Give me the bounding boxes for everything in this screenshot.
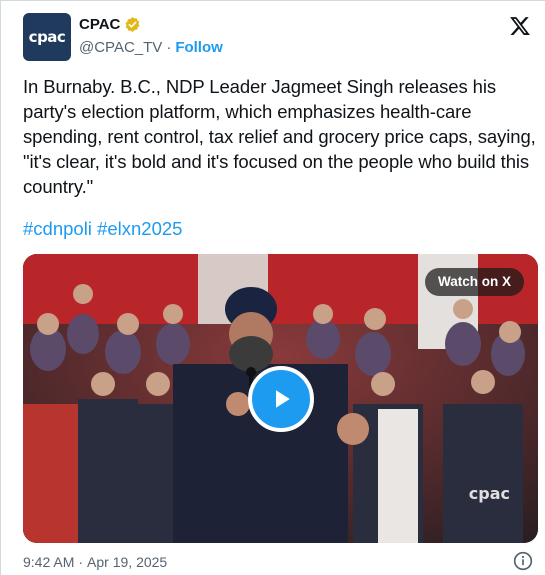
hashtag-link[interactable]: #cdnpoli <box>23 218 92 239</box>
timestamp-row[interactable]: 9:42 AM · Apr 19, 2025 <box>23 554 167 570</box>
x-logo-icon[interactable] <box>509 15 531 37</box>
info-icon[interactable] <box>513 551 533 571</box>
video-player[interactable]: Watch on X cpac <box>23 254 538 543</box>
hashtag-link[interactable]: #elxn2025 <box>97 218 182 239</box>
handle-separator: · <box>166 39 172 56</box>
name-row: CPAC <box>79 16 141 33</box>
watch-on-x-button[interactable]: Watch on X <box>425 268 524 296</box>
hashtags: #cdnpoli #elxn2025 <box>23 218 182 240</box>
display-name[interactable]: CPAC <box>79 16 120 33</box>
play-button[interactable] <box>248 366 314 432</box>
avatar[interactable]: cpac <box>23 13 71 61</box>
timestamp-time: 9:42 AM <box>23 554 75 570</box>
tweet-card: cpac CPAC @CPAC_TV · Follow In Burnaby. … <box>0 0 545 575</box>
timestamp-date: Apr 19, 2025 <box>87 554 168 570</box>
tweet-text: In Burnaby. B.C., NDP Leader Jagmeet Sin… <box>23 76 536 197</box>
verified-badge-icon <box>126 17 140 32</box>
handle[interactable]: @CPAC_TV <box>79 39 162 56</box>
timestamp-separator: · <box>78 554 84 570</box>
channel-watermark: cpac <box>468 484 510 503</box>
follow-button[interactable]: Follow <box>175 39 223 56</box>
play-icon <box>276 390 290 408</box>
avatar-logo-text: cpac <box>28 28 66 46</box>
handle-row: @CPAC_TV · Follow <box>79 39 223 56</box>
